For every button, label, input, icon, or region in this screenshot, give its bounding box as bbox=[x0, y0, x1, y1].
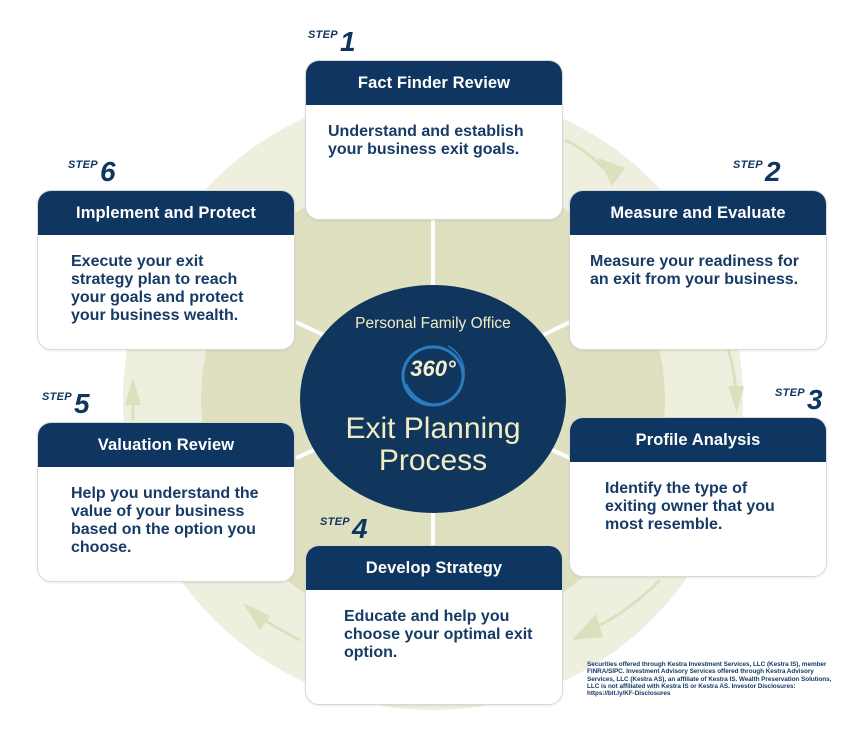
center-badge: Personal Family Office 360° Exit Plannin… bbox=[300, 285, 566, 513]
center-title-line2: Process bbox=[378, 444, 488, 477]
step-word: STEP bbox=[320, 516, 350, 528]
step-5-card: Valuation Review Help you understand the… bbox=[37, 422, 295, 582]
step-word: STEP bbox=[775, 387, 805, 399]
step-4-description: Educate and help you choose your optimal… bbox=[344, 608, 533, 661]
center-subtitle: Personal Family Office bbox=[355, 315, 511, 332]
center-title-line1: Exit Planning bbox=[345, 412, 521, 445]
step-6-description: Execute your exit strategy plan to reach… bbox=[71, 253, 244, 324]
step-number: 4 bbox=[351, 513, 368, 544]
step-1-label: STEP1 bbox=[308, 28, 356, 56]
step-4-card: Develop Strategy Educate and help you ch… bbox=[305, 545, 563, 705]
step-2-title: Measure and Evaluate bbox=[570, 191, 826, 235]
step-2-card: Measure and Evaluate Measure your readin… bbox=[569, 190, 827, 350]
step-word: STEP bbox=[308, 29, 338, 41]
step-4-label: STEP4 bbox=[320, 515, 368, 543]
step-number: 3 bbox=[806, 384, 823, 415]
step-word: STEP bbox=[733, 159, 763, 171]
step-6-label: STEP6 bbox=[68, 158, 116, 186]
step-1-card: Fact Finder Review Understand and establ… bbox=[305, 60, 563, 220]
step-3-card: Profile Analysis Identify the type of ex… bbox=[569, 417, 827, 577]
step-word: STEP bbox=[68, 159, 98, 171]
step-3-description: Identify the type of exiting owner that … bbox=[605, 480, 775, 533]
step-5-label: STEP5 bbox=[42, 390, 90, 418]
disclaimer-text: Securities offered through Kestra Invest… bbox=[587, 661, 832, 698]
step-2-label: STEP2 bbox=[733, 158, 781, 186]
step-number: 5 bbox=[73, 388, 90, 419]
step-6-card: Implement and Protect Execute your exit … bbox=[37, 190, 295, 350]
step-5-description: Help you understand the value of your bu… bbox=[71, 485, 259, 556]
step-3-label: STEP3 bbox=[775, 386, 823, 414]
step-4-title: Develop Strategy bbox=[306, 546, 562, 590]
step-6-title: Implement and Protect bbox=[38, 191, 294, 235]
step-word: STEP bbox=[42, 391, 72, 403]
step-5-title: Valuation Review bbox=[38, 423, 294, 467]
step-2-description: Measure your readiness for an exit from … bbox=[590, 253, 799, 288]
step-number: 1 bbox=[339, 26, 356, 57]
center-degrees: 360° bbox=[410, 356, 456, 381]
step-number: 6 bbox=[99, 156, 116, 187]
step-number: 2 bbox=[764, 156, 781, 187]
step-1-title: Fact Finder Review bbox=[306, 61, 562, 105]
step-1-description: Understand and establish your business e… bbox=[328, 123, 524, 158]
step-3-title: Profile Analysis bbox=[570, 418, 826, 462]
